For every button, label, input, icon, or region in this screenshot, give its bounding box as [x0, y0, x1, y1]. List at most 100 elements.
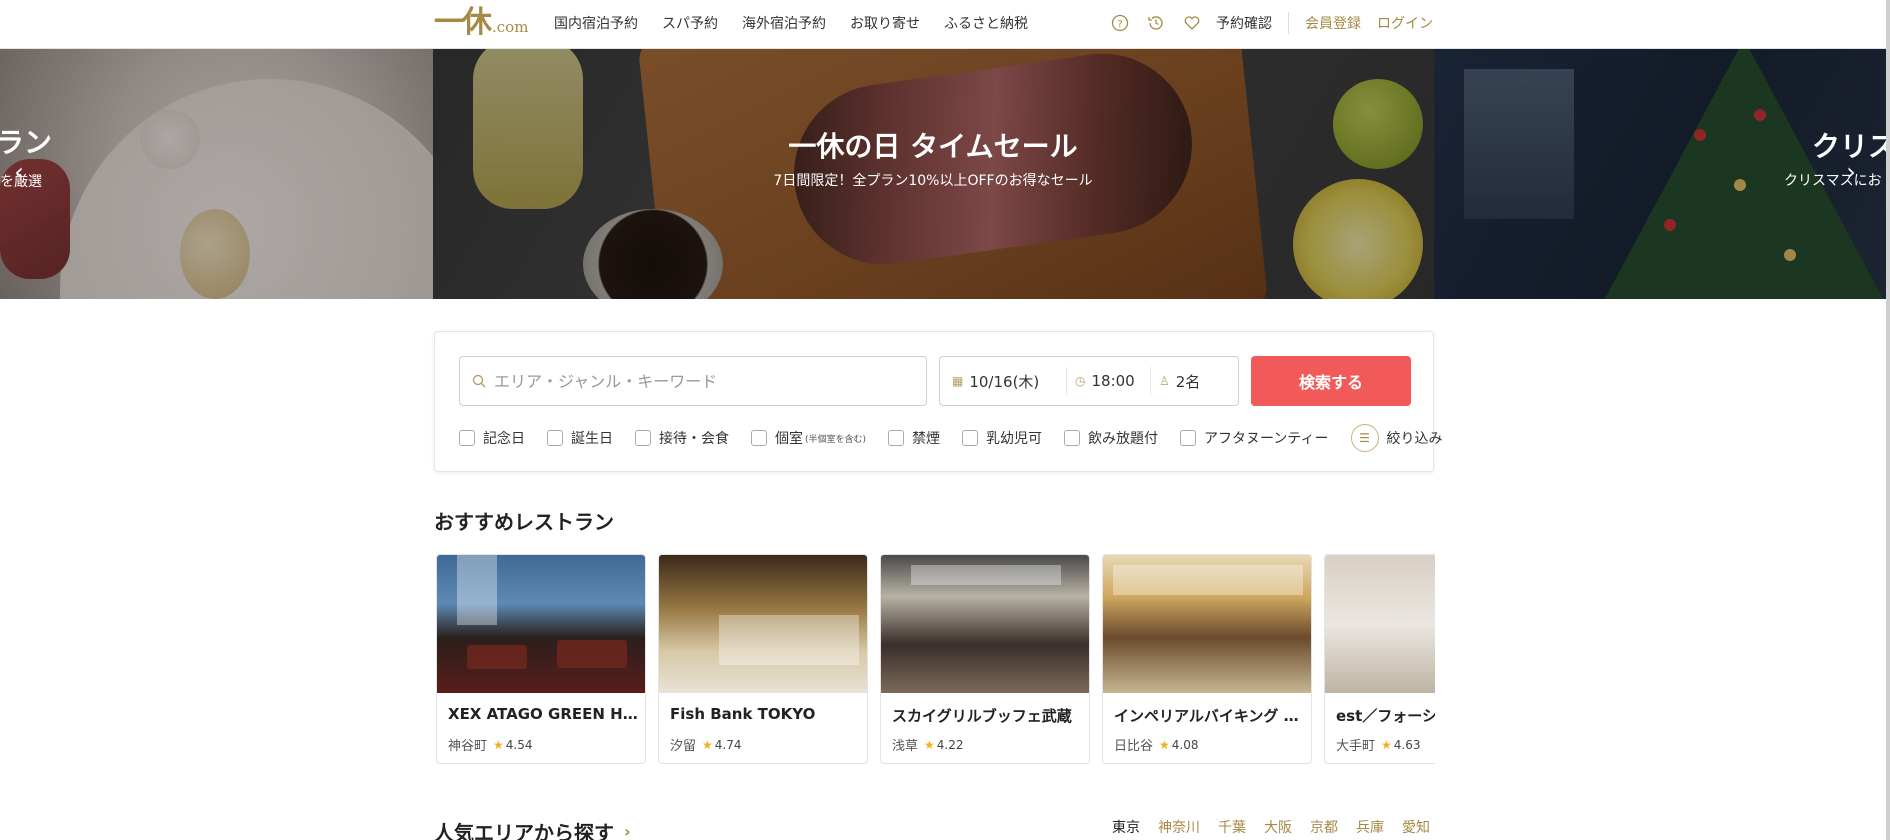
photo-detail [457, 555, 497, 625]
header-actions: ? 予約確認 会員登録 ログイン [1094, 0, 1433, 46]
filter-sliders-icon: ☰ [1350, 424, 1379, 452]
filter-anniversary[interactable]: 記念日 [459, 428, 525, 448]
checkbox[interactable] [751, 430, 767, 446]
site-logo[interactable]: 一休 .com [434, 6, 528, 40]
calendar-icon: ▦ [952, 374, 964, 388]
page-scrollbar[interactable] [1886, 0, 1890, 840]
logo-mark: 一休 [434, 5, 492, 40]
restaurant-name: スカイグリルブッフェ武蔵 [892, 707, 1072, 725]
area-tab-osaka[interactable]: 大阪 [1264, 817, 1292, 837]
time-selector[interactable]: ◷ 18:00 [1066, 367, 1150, 395]
restaurant-name: XEX ATAGO GREEN HILLS [448, 705, 638, 723]
slide-overlay [0, 49, 433, 299]
area-tab-tokyo[interactable]: 東京 [1112, 817, 1140, 837]
restaurant-rating: 4.74 [714, 737, 742, 752]
keyword-field[interactable] [459, 356, 927, 406]
area-tab-aichi[interactable]: 愛知 [1402, 817, 1430, 837]
narrow-down-button[interactable]: ☰ 絞り込み [1350, 424, 1443, 452]
filter-business-dinner[interactable]: 接待・会食 [635, 428, 729, 448]
restaurant-name: インペリアルバイキング サール [1114, 707, 1304, 725]
photo-detail [557, 640, 627, 668]
hero-slide-next[interactable]: クリス クリスマスにお [1434, 49, 1890, 299]
photo-detail [1113, 565, 1303, 595]
keyword-input[interactable] [494, 371, 914, 391]
restaurant-name: est／フォーシーズンズ [1336, 707, 1435, 725]
hero-carousel: ラン を厳選 一休の日 タイムセール 7日間限定！全プラン10%以上OFFのお得… [0, 49, 1890, 299]
checkbox[interactable] [888, 430, 905, 446]
checkbox[interactable] [962, 430, 979, 446]
help-icon[interactable]: ? [1110, 13, 1130, 33]
register-link[interactable]: 会員登録 [1305, 13, 1361, 33]
restaurant-rating: 4.54 [505, 737, 533, 752]
restaurant-meta: 日比谷 ★ 4.08 [1114, 735, 1199, 755]
nav-domestic-hotel[interactable]: 国内宿泊予約 [554, 13, 638, 33]
time-value: 18:00 [1091, 372, 1135, 390]
login-link[interactable]: ログイン [1377, 13, 1433, 33]
carousel-next-icon[interactable]: › [1836, 157, 1866, 187]
filter-all-you-can-drink[interactable]: 飲み放題付 [1064, 428, 1158, 448]
filter-private-room[interactable]: 個室 (半個室を含む) [751, 428, 866, 448]
restaurant-card[interactable]: スカイグリルブッフェ武蔵 浅草 ★ 4.22 [880, 554, 1090, 764]
history-icon[interactable] [1146, 13, 1166, 33]
heart-icon[interactable] [1182, 13, 1202, 33]
nav-gourmet-delivery[interactable]: お取り寄せ [850, 13, 920, 33]
restaurant-meta: 汐留 ★ 4.74 [670, 735, 742, 755]
hero-slide-prev[interactable]: ラン を厳選 [0, 49, 433, 299]
filter-afternoon-tea[interactable]: アフタヌーンティー [1180, 428, 1329, 448]
photo-detail [467, 645, 527, 669]
restaurant-card[interactable]: est／フォーシーズンズ 大手町 ★ 4.63 [1324, 554, 1435, 764]
main-nav: 国内宿泊予約 スパ予約 海外宿泊予約 お取り寄せ ふるさと納税 [554, 0, 1052, 46]
scrollbar-thumb[interactable] [1886, 0, 1890, 840]
filter-birthday[interactable]: 誕生日 [547, 428, 613, 448]
checkbox[interactable] [1180, 430, 1197, 446]
narrow-down-label: 絞り込み [1386, 431, 1443, 447]
slide-title: 一休の日 タイムセール [788, 130, 1078, 163]
restaurant-card[interactable]: XEX ATAGO GREEN HILLS 神谷町 ★ 4.54 [436, 554, 646, 764]
filter-non-smoking[interactable]: 禁煙 [888, 428, 940, 448]
popular-areas-title[interactable]: 人気エリアから探す › [434, 817, 631, 840]
checkbox[interactable] [459, 430, 475, 446]
reservation-check-link[interactable]: 予約確認 [1216, 13, 1272, 33]
restaurant-card[interactable]: Fish Bank TOKYO 汐留 ★ 4.74 [658, 554, 868, 764]
clock-icon: ◷ [1075, 374, 1086, 388]
restaurant-card[interactable]: インペリアルバイキング サール 日比谷 ★ 4.08 [1102, 554, 1312, 764]
search-button[interactable]: 検索する [1251, 356, 1411, 406]
carousel-prev-icon[interactable]: ‹ [4, 157, 34, 187]
area-tab-chiba[interactable]: 千葉 [1218, 817, 1246, 837]
filter-label: 記念日 [483, 431, 525, 447]
filter-label: 乳幼児可 [986, 431, 1043, 447]
people-selector[interactable]: ♙ 2名 [1150, 367, 1238, 395]
area-tab-kanagawa[interactable]: 神奈川 [1158, 817, 1200, 837]
photo-detail [719, 615, 859, 665]
checkbox[interactable] [547, 430, 563, 446]
checkbox[interactable] [1064, 430, 1081, 446]
logo-suffix: .com [492, 18, 529, 36]
restaurant-meta: 神谷町 ★ 4.54 [448, 735, 533, 755]
restaurant-area: 汐留 [670, 739, 697, 754]
area-tab-hyogo[interactable]: 兵庫 [1356, 817, 1384, 837]
nav-furusato[interactable]: ふるさと納税 [944, 13, 1028, 33]
area-tab-kyoto[interactable]: 京都 [1310, 817, 1338, 837]
hero-slide-current[interactable]: 一休の日 タイムセール 7日間限定！全プラン10%以上OFFのお得なセール [433, 49, 1433, 299]
filter-label: 禁煙 [912, 431, 941, 447]
restaurant-meta: 大手町 ★ 4.63 [1336, 735, 1421, 755]
nav-overseas-hotel[interactable]: 海外宿泊予約 [742, 13, 826, 33]
people-value: 2名 [1175, 372, 1201, 391]
nav-spa[interactable]: スパ予約 [662, 13, 718, 33]
star-icon: ★ [1381, 737, 1392, 752]
checkbox[interactable] [635, 430, 651, 446]
chevron-right-icon: › [624, 822, 631, 840]
filter-kids-ok[interactable]: 乳幼児可 [962, 428, 1042, 448]
star-icon: ★ [1159, 737, 1170, 752]
header-divider [1288, 12, 1289, 34]
slide-subtitle: クリスマスにお [1784, 173, 1882, 189]
restaurant-area: 大手町 [1336, 739, 1376, 754]
star-icon: ★ [924, 737, 935, 752]
date-value: 10/16(木) [969, 372, 1040, 391]
restaurant-area: 神谷町 [448, 739, 488, 754]
restaurant-photo [881, 555, 1089, 693]
date-selector[interactable]: ▦ 10/16(木) [940, 356, 1066, 406]
person-icon: ♙ [1159, 374, 1170, 388]
restaurant-rating: 4.08 [1171, 737, 1199, 752]
area-tabs: 東京 神奈川 千葉 大阪 京都 兵庫 愛知 [1094, 817, 1430, 837]
